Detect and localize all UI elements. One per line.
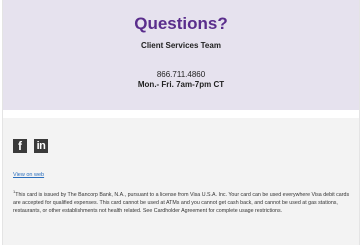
email-frame: Questions? Client Services Team 866.711.… (0, 0, 363, 247)
disclaimer-text: 1This card is issued by The Bancorp Bank… (13, 190, 353, 215)
view-on-web-link[interactable]: View on web (13, 172, 44, 178)
footer-section: f in View on web 1This card is issued by… (3, 118, 359, 245)
section-divider (3, 110, 359, 118)
email-footer-card: Questions? Client Services Team 866.711.… (2, 0, 360, 245)
service-hours: Mon.- Fri. 7am-7pm CT (137, 80, 225, 89)
linkedin-icon[interactable]: in (34, 139, 48, 153)
questions-section: Questions? Client Services Team 866.711.… (3, 0, 359, 110)
facebook-icon[interactable]: f (13, 139, 27, 153)
client-services-label: Client Services Team (141, 41, 221, 50)
disclaimer-body: This card is issued by The Bancorp Bank,… (13, 192, 350, 214)
questions-title: Questions? (134, 14, 228, 33)
phone-number[interactable]: 866.711.4860 (3, 70, 359, 80)
